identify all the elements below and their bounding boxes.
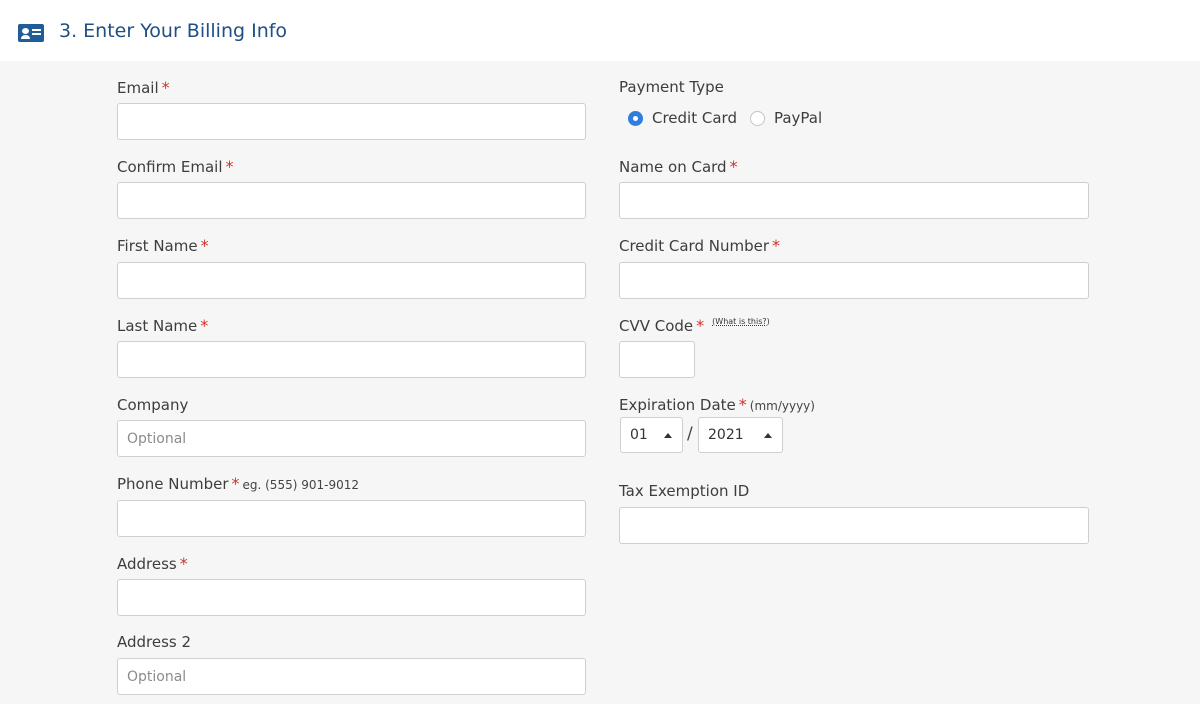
required-mark: * — [696, 316, 705, 335]
cvv-label: CVV Code * (What is this?) — [619, 316, 770, 335]
address2-field[interactable] — [117, 658, 586, 695]
phone-field[interactable] — [117, 500, 586, 537]
address2-label: Address 2 — [117, 633, 192, 651]
required-mark: * — [729, 157, 738, 176]
email-label: Email * — [117, 78, 170, 97]
name-on-card-field[interactable] — [619, 182, 1089, 219]
expiration-year-select[interactable]: 2021 — [698, 417, 783, 453]
phone-hint: eg. (555) 901-9012 — [242, 478, 359, 492]
company-field[interactable] — [117, 420, 586, 457]
card-number-label: Credit Card Number * — [619, 236, 780, 255]
required-mark: * — [200, 316, 209, 335]
required-mark: * — [738, 395, 747, 414]
credit-card-radio[interactable] — [628, 110, 643, 126]
company-label: Company — [117, 396, 189, 414]
address-field[interactable] — [117, 579, 586, 616]
last-name-label: Last Name * — [117, 316, 209, 335]
id-card-icon — [18, 24, 44, 42]
expiration-format-hint: (mm/yyyy) — [749, 399, 815, 413]
required-mark: * — [225, 157, 234, 176]
confirm-email-field[interactable] — [117, 182, 586, 219]
required-mark: * — [772, 236, 780, 255]
credit-card-radio-label[interactable]: Credit Card — [652, 109, 737, 127]
tax-exemption-field[interactable] — [619, 507, 1089, 544]
expiration-month-value: 01 — [630, 427, 648, 443]
expiration-label: Expiration Date * (mm/yyyy) — [619, 395, 815, 414]
paypal-radio[interactable] — [749, 110, 765, 126]
cvv-help-link[interactable]: (What is this?) — [712, 317, 770, 326]
required-mark: * — [161, 78, 170, 97]
caret-up-icon — [764, 433, 772, 438]
tax-exemption-label: Tax Exemption ID — [619, 482, 750, 500]
expiration-separator: / — [687, 424, 693, 444]
expiration-year-value: 2021 — [708, 427, 744, 443]
required-mark: * — [200, 236, 209, 255]
card-number-field[interactable] — [619, 262, 1089, 299]
confirm-email-label: Confirm Email * — [117, 157, 234, 176]
phone-label: Phone Number * eg. (555) 901-9012 — [117, 474, 359, 493]
required-mark: * — [231, 474, 240, 493]
payment-type-options: Credit Card PayPal — [628, 109, 835, 127]
first-name-label: First Name * — [117, 236, 209, 255]
payment-type-label: Payment Type — [619, 78, 724, 96]
required-mark: * — [179, 554, 188, 573]
caret-up-icon — [664, 433, 672, 438]
name-on-card-label: Name on Card * — [619, 157, 738, 176]
address-label: Address * — [117, 554, 188, 573]
cvv-field[interactable] — [619, 341, 695, 378]
email-field[interactable] — [117, 103, 586, 140]
first-name-field[interactable] — [117, 262, 586, 299]
section-title: 3. Enter Your Billing Info — [59, 20, 288, 42]
paypal-radio-label[interactable]: PayPal — [774, 109, 822, 127]
section-header: 3. Enter Your Billing Info — [0, 0, 1200, 61]
expiration-month-select[interactable]: 01 — [620, 417, 683, 453]
last-name-field[interactable] — [117, 341, 586, 378]
